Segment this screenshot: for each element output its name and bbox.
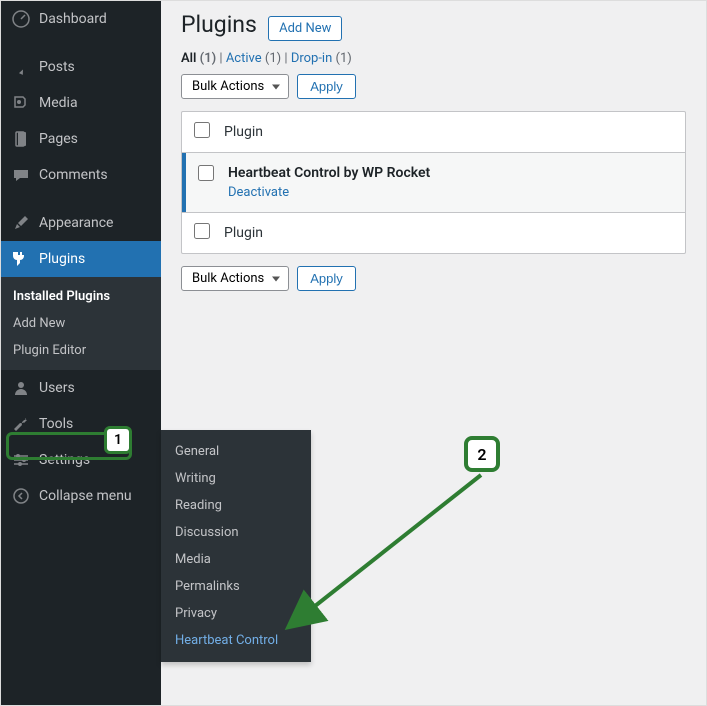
menu-label: Users <box>39 380 75 396</box>
plug-icon <box>11 249 31 269</box>
menu-label: Tools <box>39 416 73 432</box>
bulk-actions-select[interactable]: Bulk Actions <box>181 266 289 291</box>
menu-label: Appearance <box>39 215 113 231</box>
menu-label: Posts <box>39 59 75 75</box>
annotation-arrow <box>276 470 496 640</box>
select-all-top[interactable] <box>194 122 210 138</box>
bulk-actions-select[interactable]: Bulk Actions <box>181 74 289 99</box>
sidebar-item-plugins[interactable]: Plugins <box>1 241 161 277</box>
user-icon <box>11 378 31 398</box>
deactivate-link[interactable]: Deactivate <box>228 185 289 200</box>
plugins-table: Plugin Heartbeat Control by WP Rocket De… <box>181 111 686 254</box>
sidebar-item-pages[interactable]: Pages <box>1 121 161 157</box>
admin-sidebar: Dashboard Posts Media Pages Comments App… <box>1 1 161 705</box>
table-header: Plugin <box>182 112 685 153</box>
apply-button[interactable]: Apply <box>297 74 356 99</box>
plugin-name: Heartbeat Control by WP Rocket <box>228 165 673 181</box>
plugins-submenu: Installed Plugins Add New Plugin Editor <box>1 277 161 370</box>
filter-all[interactable]: All (1) <box>181 51 216 66</box>
submenu-add-new[interactable]: Add New <box>1 310 161 337</box>
menu-label: Dashboard <box>39 11 107 27</box>
add-new-button[interactable]: Add New <box>268 16 342 41</box>
page-icon <box>11 129 31 149</box>
apply-button[interactable]: Apply <box>297 266 356 291</box>
table-row: Heartbeat Control by WP Rocket Deactivat… <box>182 153 685 212</box>
sidebar-item-posts[interactable]: Posts <box>1 49 161 85</box>
media-icon <box>11 93 31 113</box>
dashboard-icon <box>11 9 31 29</box>
row-checkbox[interactable] <box>198 165 214 181</box>
sidebar-item-media[interactable]: Media <box>1 85 161 121</box>
bulk-actions-bottom: Bulk Actions Apply <box>181 266 686 291</box>
sidebar-item-comments[interactable]: Comments <box>1 157 161 193</box>
column-plugin: Plugin <box>224 225 263 241</box>
sidebar-item-appearance[interactable]: Appearance <box>1 205 161 241</box>
sidebar-item-users[interactable]: Users <box>1 370 161 406</box>
filter-active[interactable]: Active (1) <box>226 51 281 66</box>
page-title: Plugins <box>181 11 257 38</box>
annotation-badge-1: 1 <box>104 426 132 454</box>
menu-label: Plugins <box>39 251 85 267</box>
select-all-bottom[interactable] <box>194 223 210 239</box>
submenu-plugin-editor[interactable]: Plugin Editor <box>1 337 161 364</box>
menu-label: Comments <box>39 167 108 183</box>
collapse-menu[interactable]: Collapse menu <box>1 478 161 514</box>
brush-icon <box>11 213 31 233</box>
table-footer: Plugin <box>182 212 685 253</box>
menu-label: Pages <box>39 131 78 147</box>
bulk-actions-top: Bulk Actions Apply <box>181 74 686 99</box>
submenu-installed-plugins[interactable]: Installed Plugins <box>1 283 161 310</box>
menu-label: Collapse menu <box>39 488 132 504</box>
sidebar-item-dashboard[interactable]: Dashboard <box>1 1 161 37</box>
flyout-general[interactable]: General <box>161 438 311 465</box>
comment-icon <box>11 165 31 185</box>
column-plugin: Plugin <box>224 124 263 140</box>
annotation-badge-2: 2 <box>464 436 500 472</box>
wrench-icon <box>11 414 31 434</box>
menu-label: Media <box>39 95 78 111</box>
pin-icon <box>11 57 31 77</box>
filter-dropin[interactable]: Drop-in (1) <box>291 51 352 66</box>
collapse-icon <box>11 486 31 506</box>
plugin-filters: All (1) | Active (1) | Drop-in (1) <box>181 51 686 66</box>
